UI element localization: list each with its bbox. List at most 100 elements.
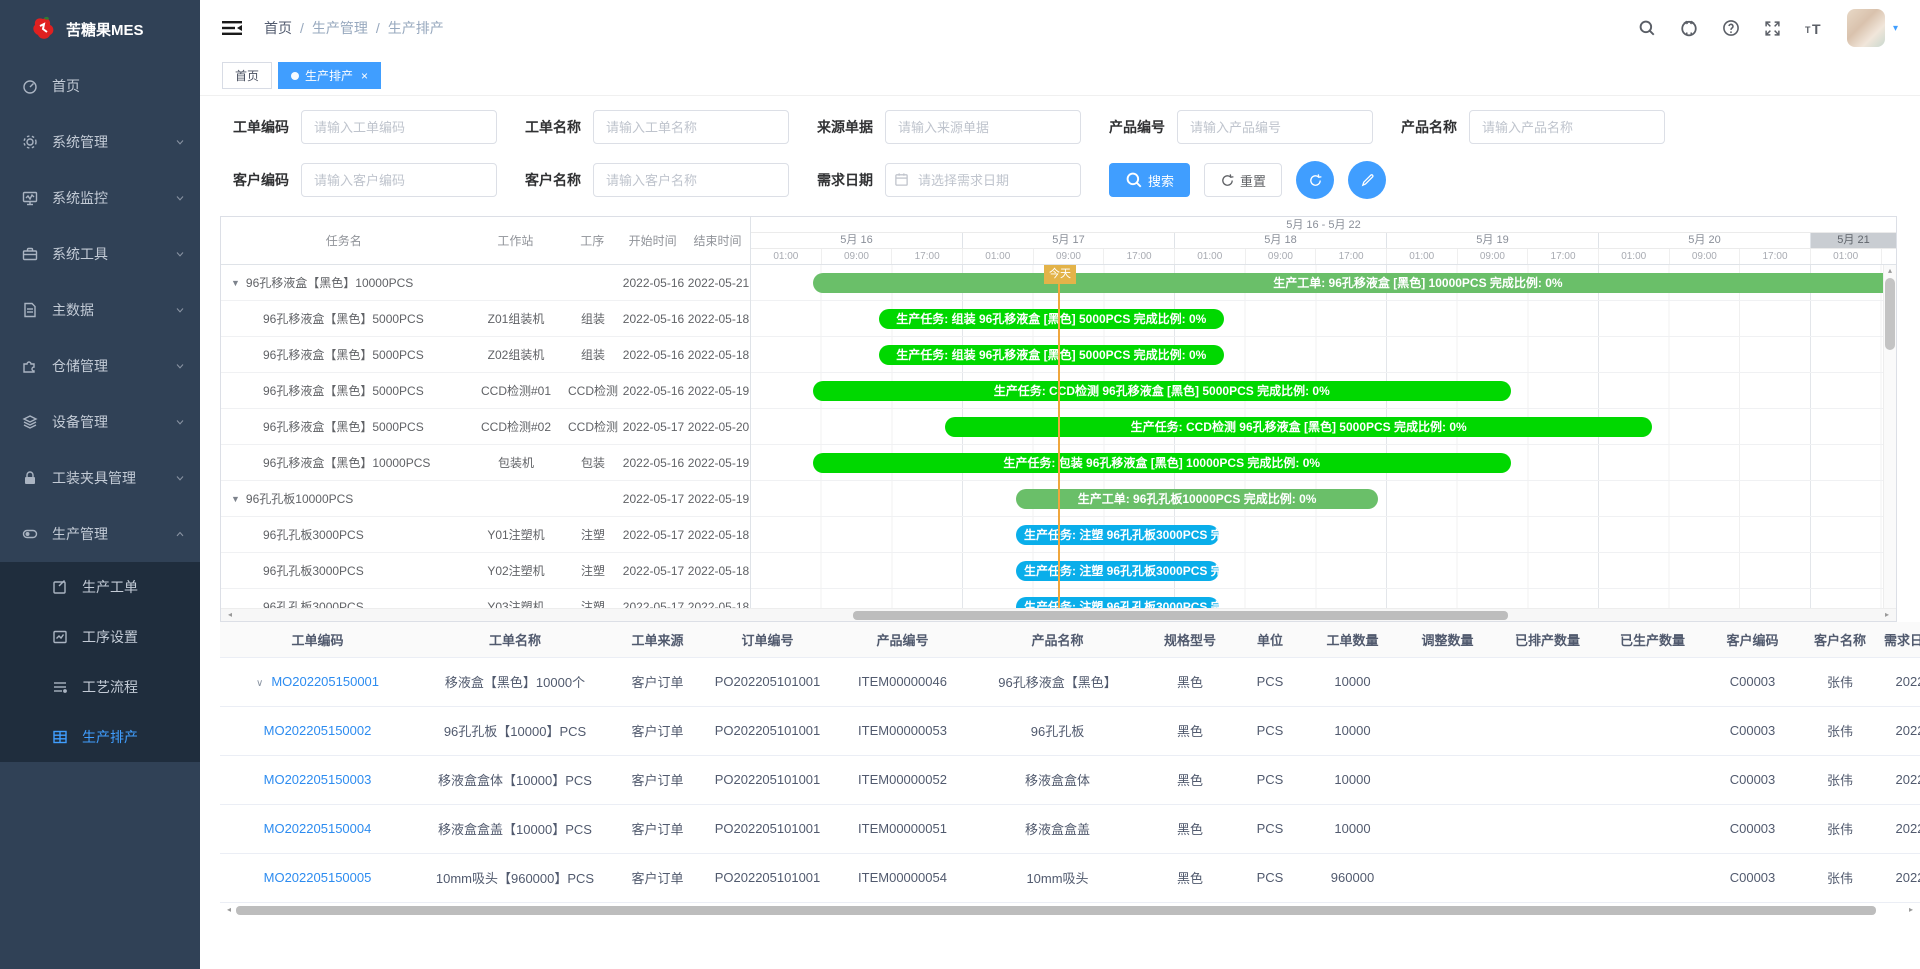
scroll-left-icon[interactable]: ◂: [222, 904, 236, 916]
cell-name: 96孔孔板【10000】PCS: [415, 706, 615, 755]
sidebar-item-production[interactable]: 生产管理: [0, 506, 200, 562]
cell-code[interactable]: MO202205150005: [220, 853, 415, 902]
sidebar-toggle-icon[interactable]: [222, 20, 242, 36]
cell-demand: 2022: [1880, 706, 1920, 755]
breadcrumb-item[interactable]: 生产管理: [312, 20, 368, 36]
gantt-vscroll-thumb[interactable]: [1885, 278, 1895, 350]
filter-group: 产品编号: [1109, 110, 1373, 144]
filter-input-wrap: [301, 110, 497, 144]
sidebar-item-process-settings[interactable]: 工序设置: [0, 612, 200, 662]
breadcrumb-item[interactable]: 生产排产: [388, 20, 444, 36]
filter-input-产品编号[interactable]: [1177, 110, 1373, 144]
filter-input-工单编码[interactable]: [301, 110, 497, 144]
filter-input-需求日期[interactable]: [885, 163, 1081, 197]
gantt-bar[interactable]: 生产任务: 组装 96孔移液盒 [黑色] 5000PCS 完成比例: 0%: [879, 309, 1224, 329]
cell-adjust: [1400, 804, 1495, 853]
work-order-link[interactable]: MO202205150005: [264, 870, 372, 885]
sidebar-item-warehouse[interactable]: 仓储管理: [0, 338, 200, 394]
scroll-right-icon[interactable]: ▸: [1880, 609, 1894, 621]
gantt-bar[interactable]: 生产任务: 注塑 96孔孔板3000PCS 完成比例: 0%: [1016, 597, 1219, 608]
topbar-fontsize[interactable]: TT: [1805, 18, 1825, 38]
gantt-bar[interactable]: 生产工单: 96孔孔板10000PCS 完成比例: 0%: [1016, 489, 1378, 509]
gantt-end-date: 2022-05-21: [686, 276, 751, 290]
gantt-hour-cell: 01:00: [1387, 249, 1458, 264]
gantt-bar[interactable]: 生产任务: 注塑 96孔孔板3000PCS 完成比例: 0%: [1016, 561, 1219, 581]
gantt-process: 注塑: [565, 526, 621, 543]
task-name-text: 96孔移液盒【黑色】10000PCS: [263, 454, 430, 471]
gantt-scroll-thumb[interactable]: [853, 611, 1508, 620]
gantt-vertical-scrollbar[interactable]: ▴: [1883, 265, 1896, 608]
reset-button[interactable]: 重置: [1204, 163, 1282, 197]
gantt-bar[interactable]: 生产工单: 96孔移液盒 [黑色] 10000PCS 完成比例: 0%: [813, 273, 1896, 293]
gantt-horizontal-scrollbar[interactable]: ◂ ▸: [221, 608, 1896, 621]
cell-name: 移液盒盒盖【10000】PCS: [415, 804, 615, 853]
gantt-bar[interactable]: 生产任务: 注塑 96孔孔板3000PCS 完成比例: 0%: [1016, 525, 1219, 545]
topbar-fullscreen[interactable]: [1763, 18, 1783, 38]
sidebar-item-system-admin[interactable]: 系统管理: [0, 114, 200, 170]
work-order-link[interactable]: MO202205150003: [264, 772, 372, 787]
sidebar-item-work-order[interactable]: 生产工单: [0, 562, 200, 612]
topbar-question[interactable]: [1721, 18, 1741, 38]
collapse-icon[interactable]: ▼: [231, 278, 240, 288]
tab-生产排产[interactable]: 生产排产×: [278, 62, 381, 89]
sidebar-menu: 首页系统管理系统监控系统工具主数据仓储管理设备管理工装夹具管理生产管理生产工单工…: [0, 58, 200, 762]
filter-input-wrap: [1469, 110, 1665, 144]
cell-cust_name: 张伟: [1800, 853, 1880, 902]
gantt-bar[interactable]: 生产任务: CCD检测 96孔移液盒 [黑色] 5000PCS 完成比例: 0%: [813, 381, 1511, 401]
scroll-up-icon[interactable]: ▴: [1884, 265, 1896, 277]
task-name-text: 96孔孔板3000PCS: [263, 598, 364, 608]
gantt-task-row: ▼96孔移液盒【黑色】10000PCS2022-05-162022-05-21: [221, 265, 750, 301]
tab-首页[interactable]: 首页: [222, 62, 272, 89]
table-horizontal-scrollbar[interactable]: ◂ ▸: [220, 904, 1920, 918]
table-column-header: 订单编号: [700, 622, 835, 657]
filter-input-wrap: [1177, 110, 1373, 144]
chevron-down-icon: [174, 304, 186, 316]
work-order-link[interactable]: MO202205150002: [264, 723, 372, 738]
sidebar-item-master-data[interactable]: 主数据: [0, 282, 200, 338]
work-order-link[interactable]: MO202205150004: [264, 821, 372, 836]
gantt-bar[interactable]: 生产任务: 组装 96孔移液盒 [黑色] 5000PCS 完成比例: 0%: [879, 345, 1224, 365]
sidebar-item-home[interactable]: 首页: [0, 58, 200, 114]
filter-input-来源单据[interactable]: [885, 110, 1081, 144]
gantt-hour-cell: 09:00: [1670, 249, 1741, 264]
gantt-process: 注塑: [565, 598, 621, 608]
user-menu[interactable]: ▾: [1847, 9, 1898, 47]
avatar[interactable]: [1847, 9, 1885, 47]
filter-input-工单名称[interactable]: [593, 110, 789, 144]
table-row: MO20220515000510mm吸头【960000】PCS客户订单PO202…: [220, 853, 1920, 902]
sidebar-item-scheduling[interactable]: 生产排产: [0, 712, 200, 762]
filter-input-产品名称[interactable]: [1469, 110, 1665, 144]
scroll-right-icon[interactable]: ▸: [1904, 904, 1918, 916]
breadcrumb-item[interactable]: 首页: [264, 20, 292, 36]
sidebar-item-system-monitor[interactable]: 系统监控: [0, 170, 200, 226]
tab-close-icon[interactable]: ×: [361, 69, 368, 83]
table-scroll-thumb[interactable]: [236, 906, 1876, 915]
edit-round-button[interactable]: [1348, 161, 1386, 199]
sidebar-item-process-flow[interactable]: 工艺流程: [0, 662, 200, 712]
sidebar-item-fixture[interactable]: 工装夹具管理: [0, 450, 200, 506]
topbar-github[interactable]: [1679, 18, 1699, 38]
gantt-bar[interactable]: 生产任务: CCD检测 96孔移液盒 [黑色] 5000PCS 完成比例: 0%: [945, 417, 1652, 437]
filter-input-客户编码[interactable]: [301, 163, 497, 197]
cell-code[interactable]: MO202205150002: [220, 706, 415, 755]
gantt-task-row: ▼96孔孔板10000PCS2022-05-172022-05-19: [221, 481, 750, 517]
gantt-task-table: ▼96孔移液盒【黑色】10000PCS2022-05-162022-05-219…: [221, 265, 751, 608]
collapse-icon[interactable]: ▼: [231, 494, 240, 504]
scroll-left-icon[interactable]: ◂: [223, 609, 237, 621]
cell-code[interactable]: MO202205150004: [220, 804, 415, 853]
gantt-bar[interactable]: 生产任务: 包装 96孔移液盒 [黑色] 10000PCS 完成比例: 0%: [813, 453, 1511, 473]
refresh-round-button[interactable]: [1296, 161, 1334, 199]
gantt-task-row: 96孔移液盒【黑色】5000PCSZ01组装机组装2022-05-162022-…: [221, 301, 750, 337]
cell-produced: [1600, 755, 1705, 804]
cell-code[interactable]: MO202205150003: [220, 755, 415, 804]
search-button[interactable]: 搜索: [1109, 163, 1190, 197]
work-order-link[interactable]: MO202205150001: [271, 674, 379, 689]
sidebar-item-system-tools[interactable]: 系统工具: [0, 226, 200, 282]
sidebar-item-label: 生产工单: [82, 577, 138, 597]
cell-code[interactable]: ∨ MO202205150001: [220, 657, 415, 706]
sidebar-item-equipment[interactable]: 设备管理: [0, 394, 200, 450]
filter-input-客户名称[interactable]: [593, 163, 789, 197]
topbar-search[interactable]: [1637, 18, 1657, 38]
row-expand-icon[interactable]: ∨: [256, 678, 263, 689]
cell-source: 客户订单: [615, 804, 700, 853]
